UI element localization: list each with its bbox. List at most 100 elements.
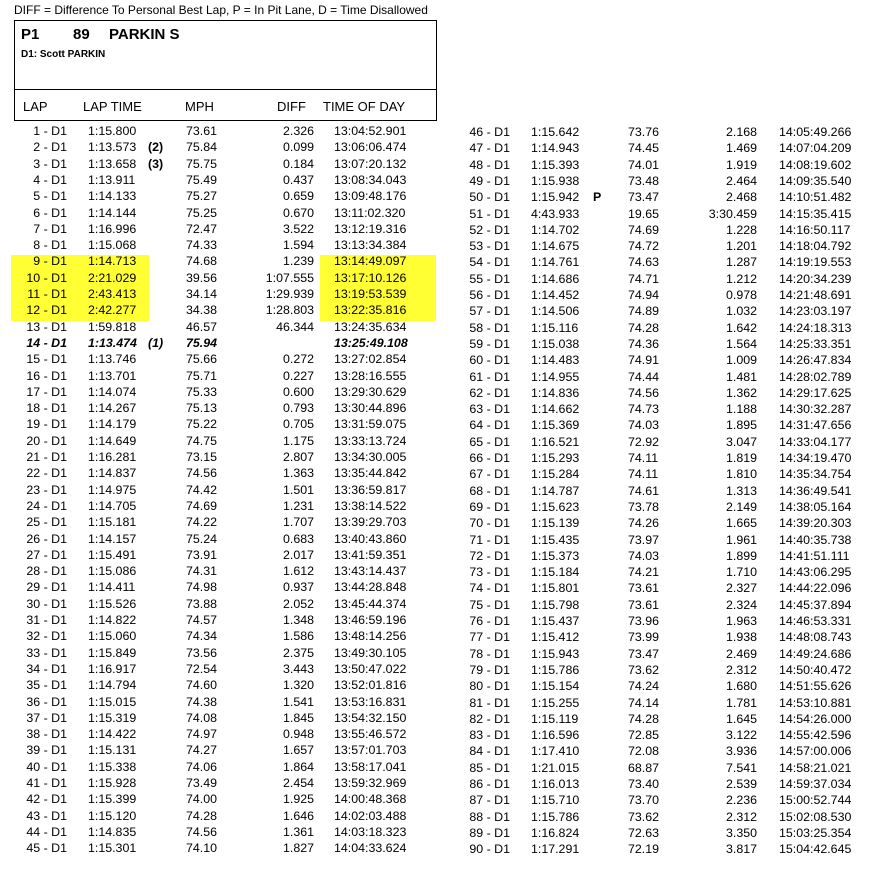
lap-cell: 51 - D1 — [469, 206, 510, 221]
lap-time-cell: 1:15.798 — [531, 597, 580, 612]
diff-cell: 2.324 — [725, 597, 757, 612]
lap-time-cell: 1:15.412 — [531, 630, 580, 645]
time-of-day-cell: 14:55:42.596 — [779, 728, 852, 743]
lap-cell: 84 - D1 — [469, 744, 510, 759]
lap-time-cell: 1:15.786 — [531, 809, 580, 824]
diff-cell: 1.362 — [725, 385, 757, 400]
mph-cell: 74.24 — [628, 679, 660, 694]
lap-row: 49 - D1 1:15.938 73.48 2.464 14:09:35.540 — [0, 173, 890, 190]
time-of-day-cell: 14:58:21.021 — [779, 760, 852, 775]
mph-cell: 73.48 — [628, 173, 660, 188]
diff-cell: 1.963 — [725, 614, 757, 628]
legend-text: DIFF = Difference To Personal Best Lap, … — [14, 3, 428, 17]
lap-row: 90 - D1 1:17.291 72.19 3.817 15:04:42.645 — [0, 841, 890, 858]
diff-cell: 1.481 — [725, 369, 757, 384]
mph-cell: 74.94 — [628, 288, 660, 302]
lap-row: 77 - D1 1:15.412 73.99 1.938 14:48:08.743 — [0, 629, 890, 646]
mph-cell: 74.28 — [628, 320, 660, 335]
lap-time-cell: 1:14.702 — [531, 222, 580, 237]
mph-cell: 73.62 — [628, 662, 660, 677]
lap-cell: 66 - D1 — [469, 451, 510, 465]
col-time-of-day-header: TIME OF DAY — [323, 99, 406, 114]
time-of-day-cell: 14:21:48.691 — [779, 288, 852, 302]
mph-cell: 74.61 — [628, 483, 660, 498]
diff-cell: 1.212 — [725, 271, 757, 286]
lap-time-cell: 1:15.642 — [531, 125, 580, 139]
lap-row: 73 - D1 1:15.184 74.21 1.710 14:43:06.295 — [0, 564, 890, 581]
lap-time-cell: 1:15.710 — [531, 793, 580, 808]
diff-cell: 1.645 — [725, 711, 757, 726]
lap-row: 54 - D1 1:14.761 74.63 1.287 14:19:19.553 — [0, 254, 890, 271]
lap-time-cell: 1:15.038 — [531, 336, 580, 351]
lap-row: 79 - D1 1:15.786 73.62 2.312 14:50:40.472 — [0, 662, 890, 679]
lap-cell: 65 - D1 — [469, 434, 510, 449]
time-of-day-cell: 14:15:35.415 — [779, 206, 852, 221]
mph-cell: 74.89 — [628, 304, 660, 319]
diff-cell: 1.895 — [725, 418, 757, 433]
lap-cell: 78 - D1 — [469, 646, 510, 661]
time-of-day-cell: 14:08:19.602 — [779, 157, 852, 172]
column-header-row: LAP LAP TIME MPH DIFF TIME OF DAY — [14, 90, 437, 121]
time-of-day-cell: 14:23:03.197 — [779, 304, 852, 319]
diff-cell: 2.168 — [725, 125, 757, 139]
diff-cell: 3.817 — [725, 842, 757, 857]
lap-cell: 60 - D1 — [469, 353, 510, 368]
lap-row: 59 - D1 1:15.038 74.36 1.564 14:25:33.351 — [0, 336, 890, 353]
time-of-day-cell: 15:03:25.354 — [779, 825, 852, 840]
lap-row: 71 - D1 1:15.435 73.97 1.961 14:40:35.738 — [0, 532, 890, 549]
lap-row: 69 - D1 1:15.623 73.78 2.149 14:38:05.164 — [0, 499, 890, 516]
lap-cell: 63 - D1 — [469, 402, 510, 417]
lap-row: 53 - D1 1:14.675 74.72 1.201 14:18:04.792 — [0, 238, 890, 255]
lap-cell: 59 - D1 — [469, 336, 510, 351]
lap-cell: 70 - D1 — [469, 516, 510, 531]
lap-cell: 89 - D1 — [469, 825, 510, 840]
lap-row: 76 - D1 1:15.437 73.96 1.963 14:46:53.331 — [0, 613, 890, 630]
diff-cell: 1.313 — [725, 483, 757, 498]
mph-cell: 74.69 — [628, 222, 660, 237]
mph-cell: 74.28 — [628, 711, 660, 726]
mph-cell: 74.73 — [628, 402, 660, 417]
lap-cell: 77 - D1 — [469, 630, 510, 645]
position-label: P1 — [21, 26, 40, 43]
time-of-day-cell: 14:51:55.626 — [779, 679, 852, 694]
time-of-day-cell: 14:26:47.834 — [779, 353, 852, 368]
lap-time-cell: 1:17.410 — [531, 744, 580, 759]
mph-cell: 74.91 — [628, 353, 660, 368]
lap-row: 51 - D1 4:43.933 19.65 3:30.459 14:15:35.415 — [0, 206, 890, 223]
mph-cell: 74.71 — [628, 271, 660, 286]
lap-time-cell: 4:43.933 — [531, 206, 580, 221]
lap-cell: 46 - D1 — [469, 125, 510, 139]
lap-cell: 61 - D1 — [469, 369, 510, 384]
lap-cell: 87 - D1 — [469, 793, 510, 808]
lap-row: 62 - D1 1:14.836 74.56 1.362 14:29:17.625 — [0, 385, 890, 402]
diff-cell: 1.810 — [725, 467, 757, 482]
lap-time-cell: 1:15.437 — [531, 614, 580, 628]
time-of-day-cell: 14:45:37.894 — [779, 597, 852, 612]
lap-cell: 72 - D1 — [469, 548, 510, 563]
diff-cell: 2.327 — [725, 581, 757, 596]
lap-time-cell: 1:15.435 — [531, 532, 580, 547]
time-of-day-cell: 14:35:34.754 — [779, 467, 852, 482]
lap-cell: 82 - D1 — [469, 711, 510, 726]
driver-name: PARKIN S — [109, 26, 180, 43]
mph-cell: 72.85 — [628, 728, 660, 743]
lap-cell: 53 - D1 — [469, 239, 510, 254]
mph-cell: 72.63 — [628, 825, 660, 840]
mph-cell: 74.11 — [628, 467, 659, 482]
lap-row: 72 - D1 1:15.373 74.03 1.899 14:41:51.111 — [0, 548, 890, 565]
driver-full-name: D1: Scott PARKIN — [21, 49, 106, 60]
lap-cell: 81 - D1 — [469, 695, 510, 710]
lap-row: 66 - D1 1:15.293 74.11 1.819 14:34:19.470 — [0, 450, 890, 467]
diff-cell: 1.287 — [725, 255, 757, 270]
time-of-day-cell: 14:34:19.470 — [779, 451, 852, 465]
diff-cell: 1.961 — [725, 532, 757, 547]
time-of-day-cell: 14:24:18.313 — [779, 320, 852, 335]
lap-cell: 49 - D1 — [469, 173, 510, 188]
lap-cell: 62 - D1 — [469, 385, 510, 400]
lap-row: 61 - D1 1:14.955 74.44 1.481 14:28:02.789 — [0, 369, 890, 386]
mph-cell: 19.65 — [628, 206, 660, 221]
lap-time-cell: 1:21.015 — [531, 760, 580, 775]
lap-time-cell: 1:15.184 — [531, 565, 580, 580]
time-of-day-cell: 14:40:35.738 — [779, 532, 852, 547]
time-of-day-cell: 14:28:02.789 — [779, 369, 852, 384]
